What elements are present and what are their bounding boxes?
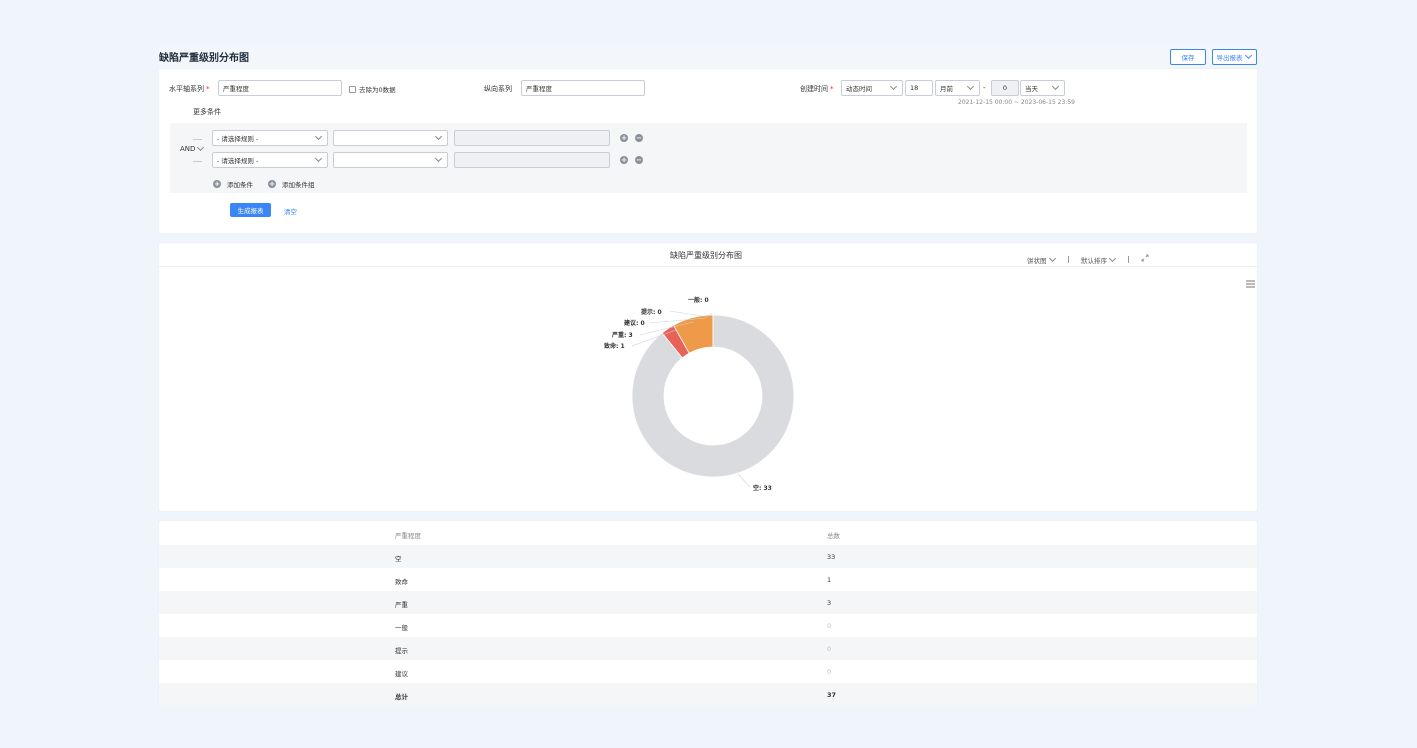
table-total-row: 总计 37: [159, 683, 1257, 705]
plus-circle-icon: +: [268, 180, 276, 188]
column-header-severity: 严重程度: [395, 532, 421, 540]
row-count: 3: [827, 599, 832, 607]
row-count: 33: [827, 553, 836, 561]
total-count: 37: [827, 691, 837, 699]
chevron-down-icon: [314, 132, 323, 141]
x-axis-label: 水平轴系列 *: [169, 85, 210, 93]
slice-data-label-4: 致命: 1: [604, 342, 625, 350]
add-row-icon[interactable]: +: [620, 156, 628, 164]
row-count: 0: [827, 645, 832, 653]
label-leader-line: [669, 310, 709, 318]
rule-select-1[interactable]: - 请选择规则 -: [212, 130, 328, 146]
chart-title: 缺陷严重级别分布图: [670, 251, 742, 260]
table-row: 严重 3: [159, 591, 1257, 614]
time-end-amount-input[interactable]: 0: [991, 80, 1019, 96]
y-axis-label: 纵向系列: [484, 85, 512, 93]
donut-chart: 一般: 0 提示: 0 建议: 0 严重: 3 致命: 1 空: 33: [604, 296, 795, 492]
time-range-hint: 2021-12-15 00:00 ~ 2023-06-15 23:59: [958, 99, 1075, 106]
operator-select-1[interactable]: [333, 130, 448, 146]
slice-data-label-3: 严重: 3: [611, 331, 633, 339]
row-name: 空: [395, 555, 402, 563]
operator-select-2[interactable]: [333, 152, 448, 168]
rule-select-2[interactable]: - 请选择规则 -: [212, 152, 328, 168]
chevron-down-icon: [889, 82, 898, 91]
sort-select[interactable]: 默认排序: [1081, 254, 1117, 265]
y-axis-select[interactable]: 严重程度: [521, 80, 645, 96]
slice-data-label-2: 建议: 0: [624, 319, 645, 327]
total-label: 总计: [395, 693, 408, 701]
table-header-row: 严重程度 总数: [159, 522, 1257, 545]
range-dash: -: [983, 84, 986, 92]
row-count: 0: [827, 622, 832, 630]
plus-circle-icon: +: [213, 180, 221, 188]
page-title: 缺陷严重级别分布图: [159, 53, 249, 64]
slice-data-label-1: 提示: 0: [641, 308, 662, 316]
remove-zero-label: 去除为0数据: [359, 86, 396, 94]
chevron-down-icon: [1051, 82, 1060, 91]
table-row: 一般 0: [159, 614, 1257, 637]
row-name: 严重: [395, 601, 408, 609]
chevron-down-icon: [1048, 254, 1056, 263]
chart-type-select[interactable]: 饼状图: [1027, 254, 1057, 265]
slice-data-label-5: 空: 33: [753, 484, 772, 492]
row-name: 致命: [395, 578, 408, 586]
chart-header-divider: [159, 266, 1257, 267]
bracket-line: [193, 139, 202, 140]
add-condition-button[interactable]: + 添加条件: [213, 179, 253, 189]
save-button[interactable]: 保存: [1170, 49, 1206, 65]
remove-zero-checkbox[interactable]: 去除为0数据: [349, 84, 396, 94]
add-condition-group-label: 添加条件组: [282, 181, 315, 189]
toolbar-separator: [1068, 256, 1069, 263]
clear-button[interactable]: 清空: [284, 206, 297, 216]
column-header-total: 总数: [827, 532, 840, 540]
row-count: 0: [827, 668, 832, 676]
chevron-down-icon: [1244, 51, 1252, 60]
chevron-down-icon: [1108, 254, 1117, 263]
x-axis-select[interactable]: 严重程度: [218, 80, 342, 96]
slice-data-label-0: 一般: 0: [688, 296, 709, 304]
chevron-down-icon: [434, 132, 443, 141]
time-unit-select[interactable]: 月前: [935, 80, 980, 96]
fullscreen-icon[interactable]: [1141, 254, 1149, 264]
row-name: 一般: [395, 624, 408, 632]
bracket-line: [193, 161, 202, 162]
generate-report-button[interactable]: 生成报表: [230, 203, 271, 217]
conditions-area: [170, 123, 1247, 193]
row-name: 建议: [395, 670, 408, 678]
chevron-down-icon: [197, 143, 205, 152]
table-row: 空 33: [159, 545, 1257, 568]
toolbar-separator: [1128, 256, 1129, 263]
checkbox-box[interactable]: [349, 85, 356, 93]
remove-row-icon[interactable]: −: [635, 156, 643, 164]
add-row-icon[interactable]: +: [620, 134, 628, 142]
page-footer-bg: [0, 705, 1417, 748]
page-header: [159, 44, 1257, 68]
row-name: 提示: [395, 647, 408, 655]
chevron-down-icon: [314, 154, 323, 163]
value-input-1[interactable]: [454, 130, 610, 146]
add-condition-label: 添加条件: [227, 181, 253, 189]
chart-menu-icon[interactable]: [1246, 280, 1255, 290]
label-leader-line: [737, 473, 751, 488]
time-end-unit-select[interactable]: 当天: [1020, 80, 1065, 96]
value-input-2[interactable]: [454, 152, 610, 168]
pie-slice-0[interactable]: [631, 314, 795, 478]
chevron-down-icon: [966, 82, 975, 91]
logic-select[interactable]: AND: [180, 143, 205, 153]
time-amount-input[interactable]: 18: [905, 80, 933, 96]
table-row: 致命 1: [159, 568, 1257, 591]
table-row: 提示 0: [159, 637, 1257, 660]
table-row: 建议 0: [159, 660, 1257, 683]
remove-row-icon[interactable]: −: [635, 134, 643, 142]
created-time-label: 创建时间 *: [800, 85, 834, 93]
add-condition-group-button[interactable]: + 添加条件组: [268, 179, 315, 189]
time-mode-select[interactable]: 动态时间: [841, 80, 903, 96]
export-report-button[interactable]: 导出报表: [1212, 49, 1257, 65]
more-conditions-toggle[interactable]: 更多条件: [193, 107, 221, 117]
row-count: 1: [827, 576, 832, 584]
chevron-down-icon: [434, 154, 443, 163]
